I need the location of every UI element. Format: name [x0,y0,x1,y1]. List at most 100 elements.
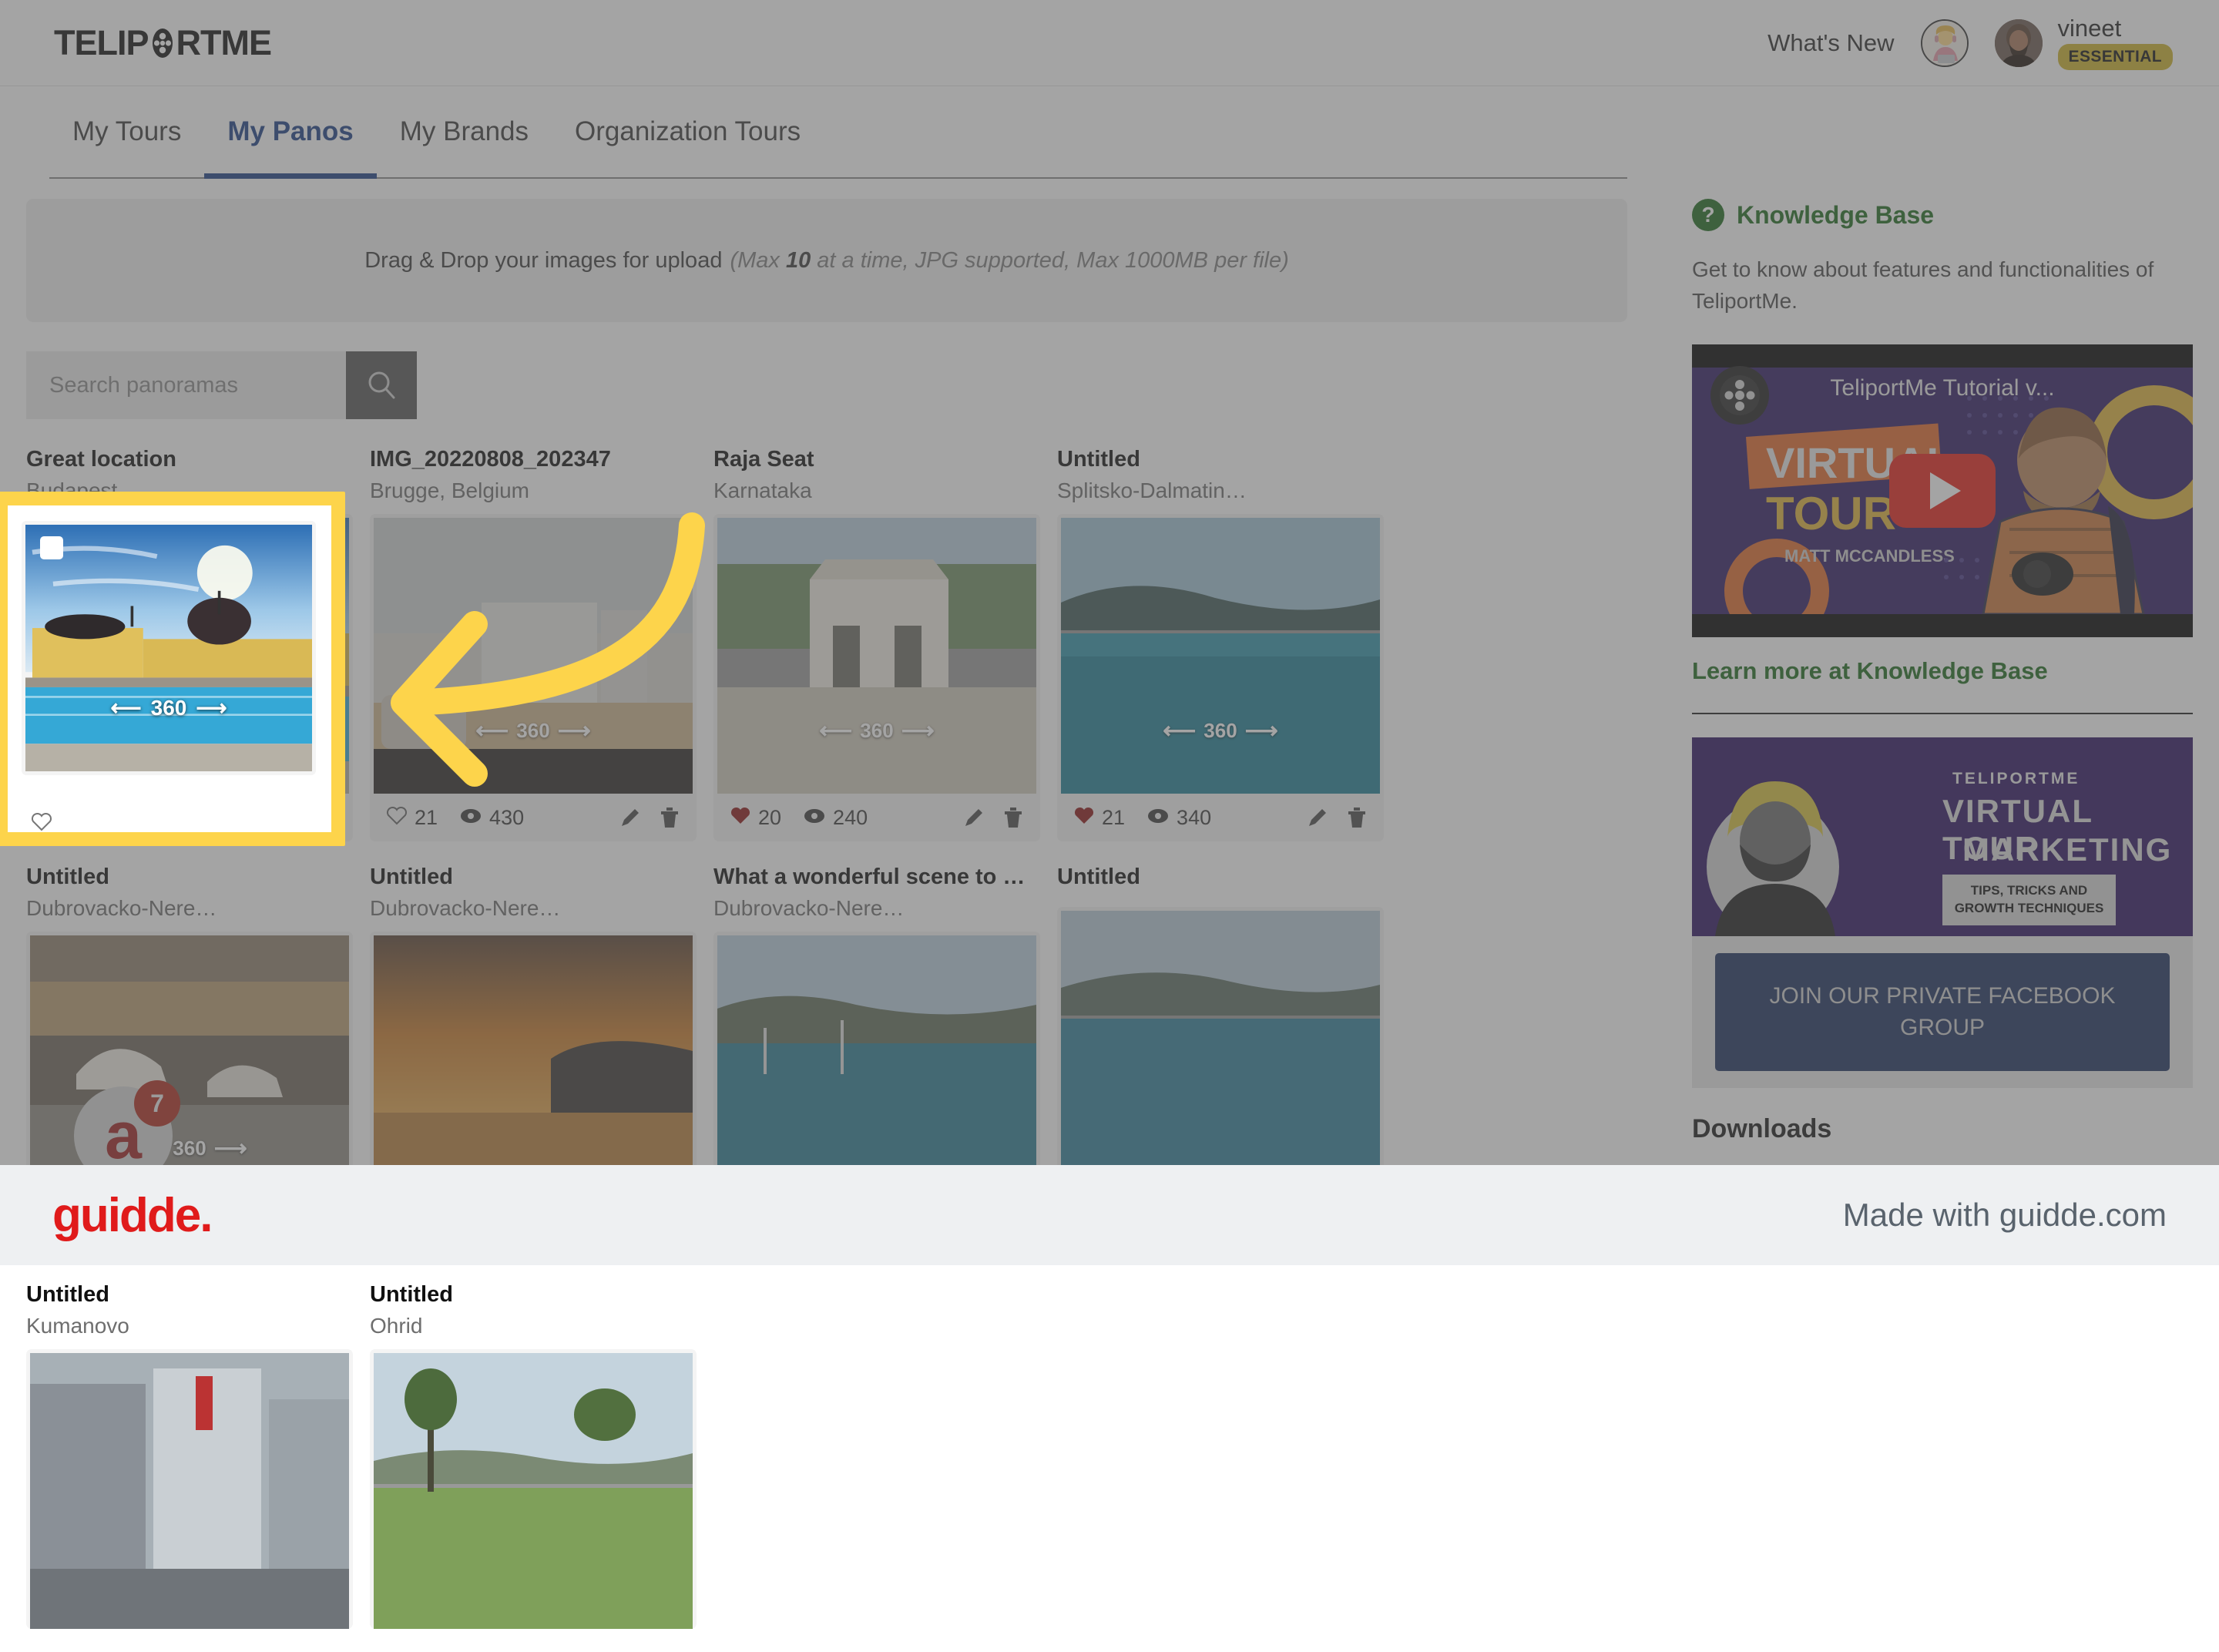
divider [1692,713,2193,714]
pano-actions [1306,806,1368,829]
pano-thumbnail[interactable] [1061,911,1380,1187]
heart-icon [31,811,52,832]
pano-thumbnail[interactable] [374,1353,693,1629]
pano-360-badge: ⟵ 360 ⟶ [1061,717,1380,744]
pano-title: IMG_20220808_202347 [370,447,697,472]
pano-title: Untitled [1057,865,1384,890]
made-with-guidde-label: Made with guidde.com [1843,1197,2167,1234]
trash-icon[interactable] [1002,806,1024,829]
tab-my-tours[interactable]: My Tours [49,86,204,177]
like-stat[interactable]: 21 [1073,805,1125,831]
main-tabs: My Tours My Panos My Brands Organization… [49,86,1627,179]
pano-title: Untitled [26,1282,353,1308]
chat-unread-badge: 7 [134,1080,180,1127]
promo-line-2: MARKETING [1962,831,2172,868]
downloads-title: Downloads [1692,1114,2193,1144]
search-button[interactable] [346,351,417,419]
logo-text-post: RTME [176,23,272,63]
arrow-right-icon: ⟶ [214,1135,247,1162]
guidde-footer: guidde. Made with guidde.com [0,1165,2219,1265]
trash-icon[interactable] [1346,806,1368,829]
pencil-icon[interactable] [962,806,985,829]
search-input[interactable] [26,351,346,419]
pano-thumbnail[interactable]: ⟵ 360 ⟶ [1061,518,1380,794]
knowledge-base-link[interactable]: Learn more at Knowledge Base [1692,657,2193,685]
teliportme-logo[interactable]: TELIP RTME [54,23,271,63]
pano-title: Raja Seat [713,447,1040,472]
heart-icon [1073,805,1095,831]
avatar[interactable] [1995,19,2043,67]
pano-location: Dubrovacko-Nere… [713,896,1040,921]
pano-thumbnail[interactable] [30,1353,349,1629]
question-mark-icon: ? [1692,199,1724,231]
curved-left-arrow [324,493,724,817]
highlight-box: Budapest ⟵ [0,492,345,846]
guidde-logo: guidde. [52,1188,211,1243]
arrow-left-icon: ⟵ [819,717,852,744]
pano-stats: 20 240 [717,794,1036,841]
pano-card[interactable]: Untitled Kumanovo [26,1282,353,1629]
arrow-right-icon: ⟶ [901,717,935,744]
knowledge-base-description: Get to know about features and functiona… [1692,254,2193,317]
support-agent-avatar[interactable] [1921,19,1969,67]
promo-tagline: TIPS, TRICKS AND GROWTH TECHNIQUES [1942,875,2116,925]
search-icon [365,368,398,403]
views-count: 340 [1177,806,1211,830]
tab-my-brands[interactable]: My Brands [377,86,552,177]
search-bar [26,351,417,419]
arrow-right-icon: ⟶ [196,695,227,720]
pano-title: Untitled [370,1282,697,1308]
heart-icon [730,805,751,831]
logo-text-pre: TELIP [54,23,149,63]
promo-banner: TELIPORTME VIRTUAL TOUR MARKETING TIPS, … [1692,737,2193,936]
user-menu[interactable]: vineet ESSENTIAL [1995,16,2173,70]
whats-new-link[interactable]: What's New [1767,29,1894,57]
pano-location: Ohrid [370,1314,697,1338]
views-count: 240 [833,806,868,830]
promo-brand: TELIPORTME [1952,770,2080,788]
like-count: 21 [1102,806,1125,830]
pano-location: Karnataka [713,478,1040,503]
pano-title: Untitled [26,865,353,890]
views-stat: 340 [1146,806,1211,830]
pano-location: Dubrovacko-Nere… [26,896,353,921]
pano-card[interactable]: Untitled Ohrid [370,1282,697,1629]
youtube-play-icon[interactable] [1889,454,1996,528]
arrow-left-icon: ⟵ [1163,717,1196,744]
tab-organization-tours[interactable]: Organization Tours [552,86,824,177]
pano-thumbnail[interactable]: ⟵ 360 ⟶ [717,518,1036,794]
pano-card[interactable]: Untitled Splitsko-Dalmatin… ⟵ 360 ⟶ [1057,447,1384,841]
knowledge-sidebar: ? Knowledge Base Get to know about featu… [1692,199,2193,1144]
pano-stats: 21 340 [1061,794,1380,841]
badge-360-label: 360 [151,696,187,720]
knowledge-base-header: ? Knowledge Base [1692,199,2193,231]
knowledge-base-title: Knowledge Base [1737,201,1934,230]
header-actions: What's New [1767,16,2173,70]
highlight-thumbnail [25,525,312,771]
like-count: 20 [758,806,781,830]
status-badge: ESSENTIAL [2058,44,2173,70]
join-facebook-group-button[interactable]: JOIN OUR PRIVATE FACEBOOK GROUP [1715,953,2170,1071]
pano-title: Untitled [1057,447,1384,472]
pencil-icon[interactable] [1306,806,1329,829]
user-meta: vineet ESSENTIAL [2058,16,2173,70]
promo-card[interactable]: TELIPORTME VIRTUAL TOUR MARKETING TIPS, … [1692,737,2193,1088]
pano-360-badge: ⟵ 360 ⟶ [22,695,316,720]
pano-location: Dubrovacko-Nere… [370,896,697,921]
upload-dropzone[interactable]: Drag & Drop your images for upload (Max … [26,199,1627,322]
tab-my-panos[interactable]: My Panos [204,86,376,177]
svg-text:MATT MCCANDLESS: MATT MCCANDLESS [1784,546,1955,566]
pano-actions [962,806,1024,829]
eye-icon [1146,806,1170,830]
svg-text:TOUR: TOUR [1766,488,1896,539]
select-checkbox[interactable] [40,536,63,559]
arrow-left-icon: ⟵ [111,695,142,720]
pano-title: What a wonderful scene to … [713,865,1040,890]
like-stat[interactable]: 20 [730,805,781,831]
pano-location: Splitsko-Dalmatin… [1057,478,1384,503]
dropzone-hint: (Max 10 at a time, JPG supported, Max 10… [730,248,1288,274]
highlight-stats [31,811,52,832]
app-header: TELIP RTME What's New [0,0,2219,86]
pano-card[interactable]: Raja Seat Karnataka ⟵ 360 [713,447,1040,841]
tutorial-video-thumbnail[interactable]: VIRTUAL TOUR MATT MCCANDLESS [1692,344,2193,637]
